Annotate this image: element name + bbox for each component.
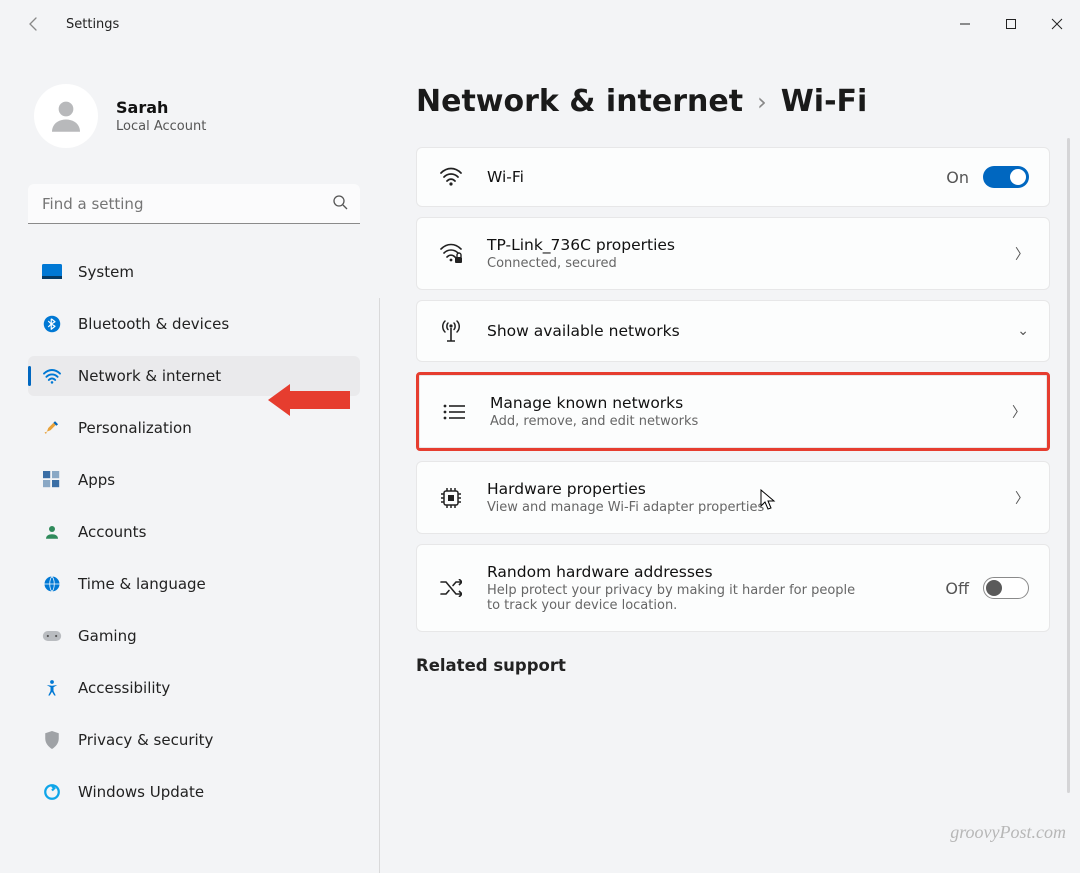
random-hw-state-label: Off [945,579,969,598]
title-bar: Settings [0,0,1080,48]
sidebar-item-system[interactable]: System [28,252,360,292]
shield-icon [42,730,62,750]
random-hw-toggle[interactable] [983,577,1029,599]
sidebar-item-label: Network & internet [78,367,221,385]
card-title: Show available networks [487,322,995,340]
list-icon [440,404,468,420]
wifi-icon [42,366,62,386]
chevron-right-icon: 〉 [1015,244,1029,264]
card-title: Hardware properties [487,480,993,498]
sidebar: Sarah Local Account System Bluetooth & d… [0,48,380,853]
card-title: Random hardware addresses [487,563,923,581]
antenna-icon [437,319,465,343]
main-content: Network & internet › Wi-Fi Wi-Fi On TP-L… [380,48,1080,853]
breadcrumb-current: Wi-Fi [781,84,868,119]
update-icon [42,782,62,802]
card-subtitle: Add, remove, and edit networks [490,414,990,429]
wifi-state-label: On [946,168,969,187]
sidebar-item-gaming[interactable]: Gaming [28,616,360,656]
show-available-networks-card[interactable]: Show available networks ⌄ [416,300,1050,362]
sidebar-item-label: Personalization [78,419,192,437]
sidebar-item-accounts[interactable]: Accounts [28,512,360,552]
sidebar-item-apps[interactable]: Apps [28,460,360,500]
search-box[interactable] [28,184,360,224]
chevron-right-icon: 〉 [1012,402,1026,422]
chevron-right-icon: 〉 [1015,488,1029,508]
sidebar-item-label: Windows Update [78,783,204,801]
hardware-properties-card[interactable]: Hardware properties View and manage Wi-F… [416,461,1050,534]
globe-clock-icon [42,574,62,594]
sidebar-item-label: System [78,263,134,281]
sidebar-item-privacy[interactable]: Privacy & security [28,720,360,760]
sidebar-item-label: Accounts [78,523,146,541]
random-hardware-addresses-card[interactable]: Random hardware addresses Help protect y… [416,544,1050,632]
sidebar-item-windows-update[interactable]: Windows Update [28,772,360,812]
gamepad-icon [42,626,62,646]
search-input[interactable] [28,184,360,224]
breadcrumb: Network & internet › Wi-Fi [416,84,1050,119]
sidebar-item-personalization[interactable]: Personalization [28,408,360,448]
accessibility-icon [42,678,62,698]
card-title: Wi-Fi [487,168,924,186]
sidebar-item-network[interactable]: Network & internet [28,356,360,396]
card-title: Manage known networks [490,394,990,412]
minimize-button[interactable] [942,8,988,40]
card-subtitle: Help protect your privacy by making it h… [487,583,867,613]
card-subtitle: View and manage Wi-Fi adapter properties [487,500,993,515]
related-support-heading: Related support [416,656,1050,675]
wifi-secured-icon [437,243,465,265]
user-subtitle: Local Account [116,119,206,134]
watermark: groovyPost.com [950,822,1066,843]
sidebar-item-time-language[interactable]: Time & language [28,564,360,604]
person-icon [42,522,62,542]
sidebar-item-label: Apps [78,471,115,489]
chevron-down-icon: ⌄ [1017,323,1029,339]
wifi-icon [437,167,465,187]
wifi-toggle-card[interactable]: Wi-Fi On [416,147,1050,207]
paintbrush-icon [42,418,62,438]
wifi-toggle[interactable] [983,166,1029,188]
back-button[interactable] [20,10,48,38]
window-title: Settings [66,17,119,32]
sidebar-item-label: Accessibility [78,679,170,697]
card-title: TP-Link_736C properties [487,236,993,254]
maximize-button[interactable] [988,8,1034,40]
search-icon [332,194,348,214]
card-subtitle: Connected, secured [487,256,993,271]
sidebar-item-bluetooth[interactable]: Bluetooth & devices [28,304,360,344]
annotation-highlight-box: Manage known networks Add, remove, and e… [416,372,1050,451]
sidebar-item-label: Gaming [78,627,137,645]
avatar [34,84,98,148]
chip-icon [437,487,465,509]
sidebar-item-label: Bluetooth & devices [78,315,229,333]
scrollbar[interactable] [1067,138,1070,793]
manage-known-networks-card[interactable]: Manage known networks Add, remove, and e… [419,375,1047,448]
nav-list: System Bluetooth & devices Network & int… [28,252,360,853]
apps-icon [42,470,62,490]
user-profile[interactable]: Sarah Local Account [28,76,360,166]
breadcrumb-parent[interactable]: Network & internet [416,84,743,119]
sidebar-item-label: Time & language [78,575,206,593]
user-name: Sarah [116,98,206,117]
bluetooth-icon [42,314,62,334]
shuffle-icon [437,579,465,597]
chevron-right-icon: › [757,88,767,116]
sidebar-item-accessibility[interactable]: Accessibility [28,668,360,708]
close-button[interactable] [1034,8,1080,40]
sidebar-item-label: Privacy & security [78,731,213,749]
display-icon [42,262,62,282]
connection-properties-card[interactable]: TP-Link_736C properties Connected, secur… [416,217,1050,290]
